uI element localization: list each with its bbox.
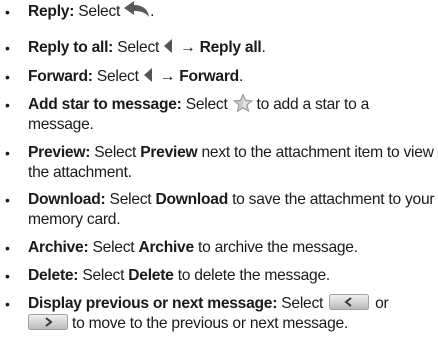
item-term: Download: — [28, 191, 106, 208]
item-post: . — [150, 3, 155, 21]
left-triangle-icon — [143, 67, 153, 82]
bullet: • — [5, 145, 10, 161]
arrow: → — [180, 39, 196, 56]
bullet: • — [5, 97, 10, 113]
item-post: to delete the message. — [177, 267, 331, 284]
item-term: Delete: — [28, 267, 79, 284]
item-command: Forward — [179, 68, 239, 85]
item-term: Preview: — [28, 144, 91, 161]
item-text: Download: Select Download to save the at… — [28, 190, 436, 230]
arrow: → — [159, 68, 176, 85]
bullet: • — [5, 296, 10, 312]
item-pre: Select — [96, 68, 139, 85]
star-icon — [232, 93, 253, 112]
item-pre: Select — [92, 239, 135, 256]
item-command: Delete — [128, 267, 174, 284]
item-text: Preview: Select Preview next to the atta… — [28, 143, 436, 183]
item-pre: Select — [109, 191, 152, 208]
bullet: • — [5, 192, 10, 208]
left-triangle-icon — [164, 38, 173, 53]
item-term: Reply to all: — [28, 39, 114, 56]
item-term: Add star to message: — [28, 96, 182, 113]
item-pre: Select — [82, 267, 125, 284]
item-text: Display previous or next message: Select… — [28, 293, 436, 334]
item-pre: Select — [185, 96, 228, 113]
item-term: Display previous or next message: — [28, 295, 278, 312]
next-button-icon — [28, 313, 68, 330]
item-text: Reply to all: Select → Reply all. — [28, 38, 436, 58]
item-mid: or — [375, 295, 389, 312]
item-text: Archive: Select Archive to archive the m… — [28, 238, 436, 258]
item-command: Archive — [138, 239, 194, 256]
item-post: to move to the previous or next message. — [72, 315, 349, 332]
item-command: Reply all — [199, 39, 262, 56]
item-text: Reply: Select. — [28, 0, 436, 22]
item-pre: Select — [78, 3, 121, 21]
bullet: • — [5, 4, 10, 20]
item-pre: Select — [94, 144, 137, 161]
item-term: Forward: — [28, 68, 93, 85]
item-post: to archive the message. — [198, 239, 358, 256]
item-text: Delete: Select Delete to delete the mess… — [28, 266, 436, 286]
previous-button-icon — [329, 293, 370, 310]
bullet: • — [5, 240, 10, 256]
bullet: • — [5, 40, 10, 56]
item-pre: Select — [117, 39, 160, 56]
item-term: Archive: — [28, 239, 89, 256]
item-text: Forward: Select → Forward. — [28, 67, 436, 87]
item-term: Reply: — [28, 3, 75, 21]
item-post: . — [238, 68, 244, 85]
bullet: • — [5, 268, 10, 284]
bullet: • — [5, 69, 10, 85]
item-text: Add star to message: Select to add a star… — [28, 93, 436, 135]
item-pre: Select — [281, 295, 324, 312]
item-post: . — [261, 39, 266, 56]
item-command: Download — [155, 191, 228, 208]
item-command: Preview — [140, 144, 198, 161]
reply-arrow-icon — [123, 0, 150, 20]
